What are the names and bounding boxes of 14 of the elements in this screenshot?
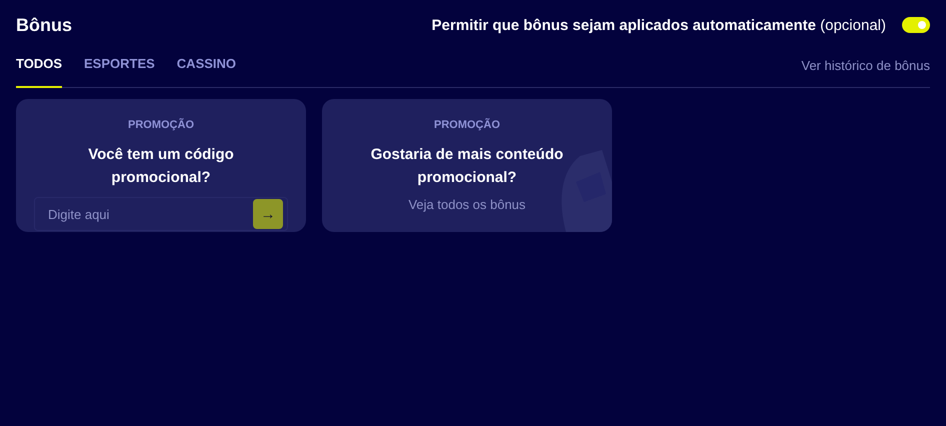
submit-button[interactable]: → [253, 199, 283, 229]
auto-bonus-toggle[interactable] [902, 17, 930, 33]
category-tab[interactable]: TODOS [16, 50, 62, 88]
all-bonuses-link[interactable]: Veja todos os bônus [408, 197, 526, 212]
promo-title: Gostaria de mais conteúdo promocional? [370, 145, 564, 188]
promo-tag: PROMOÇÃO [434, 119, 500, 131]
bonus-history-link[interactable]: Ver histórico de bônus [801, 50, 930, 73]
page-title: Bônus [16, 14, 72, 36]
auto-bonus-label: Permitir que bônus sejam aplicados automaticamente (opcional) [432, 16, 886, 34]
promo-code-field[interactable]: Digite aqui → [34, 197, 288, 231]
promo-tag: PROMOÇÃO [128, 119, 194, 131]
category-tab[interactable]: ESPORTES [84, 50, 155, 88]
promo-title: Você tem um código promocional? [87, 145, 235, 188]
category-tab[interactable]: CASSINO [176, 50, 236, 88]
